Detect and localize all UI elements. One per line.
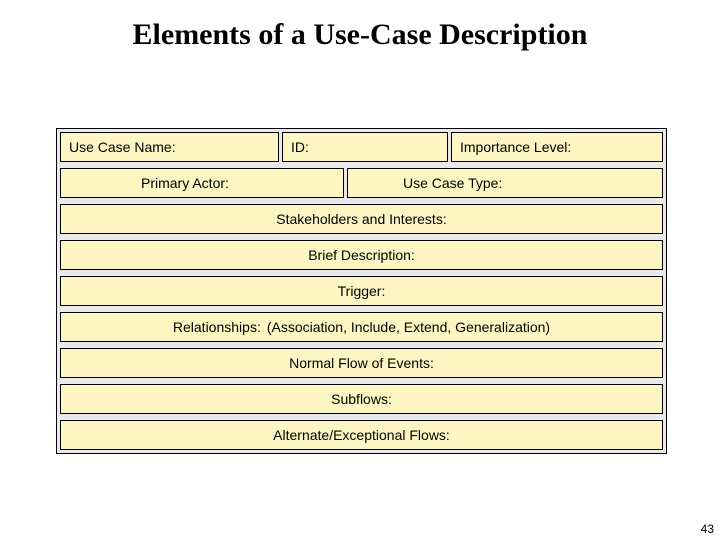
cell-use-case-type: Use Case Type: — [347, 168, 663, 198]
row-brief-description: Brief Description: — [57, 237, 666, 273]
cell-stakeholders: Stakeholders and Interests: — [60, 204, 663, 234]
cell-use-case-name: Use Case Name: — [60, 132, 279, 162]
row-header-2: Primary Actor: Use Case Type: — [57, 165, 666, 201]
cell-subflows: Subflows: — [60, 384, 663, 414]
relationships-label: Relationships: — [173, 319, 261, 335]
row-normal-flow: Normal Flow of Events: — [57, 345, 666, 381]
cell-alternate-flows: Alternate/Exceptional Flows: — [60, 420, 663, 450]
cell-relationships: Relationships: (Association, Include, Ex… — [60, 312, 663, 342]
row-alternate-flows: Alternate/Exceptional Flows: — [57, 417, 666, 453]
cell-importance-level: Importance Level: — [451, 132, 663, 162]
use-case-elements-table: Use Case Name: ID: Importance Level: Pri… — [56, 128, 667, 454]
row-header-1: Use Case Name: ID: Importance Level: — [57, 129, 666, 165]
cell-id: ID: — [282, 132, 448, 162]
cell-brief-description: Brief Description: — [60, 240, 663, 270]
row-relationships: Relationships: (Association, Include, Ex… — [57, 309, 666, 345]
row-trigger: Trigger: — [57, 273, 666, 309]
slide-title: Elements of a Use-Case Description — [0, 0, 720, 52]
page-number: 43 — [701, 522, 714, 536]
cell-primary-actor: Primary Actor: — [60, 168, 344, 198]
cell-trigger: Trigger: — [60, 276, 663, 306]
row-subflows: Subflows: — [57, 381, 666, 417]
cell-normal-flow: Normal Flow of Events: — [60, 348, 663, 378]
row-stakeholders: Stakeholders and Interests: — [57, 201, 666, 237]
relationships-value: (Association, Include, Extend, Generaliz… — [267, 319, 550, 335]
